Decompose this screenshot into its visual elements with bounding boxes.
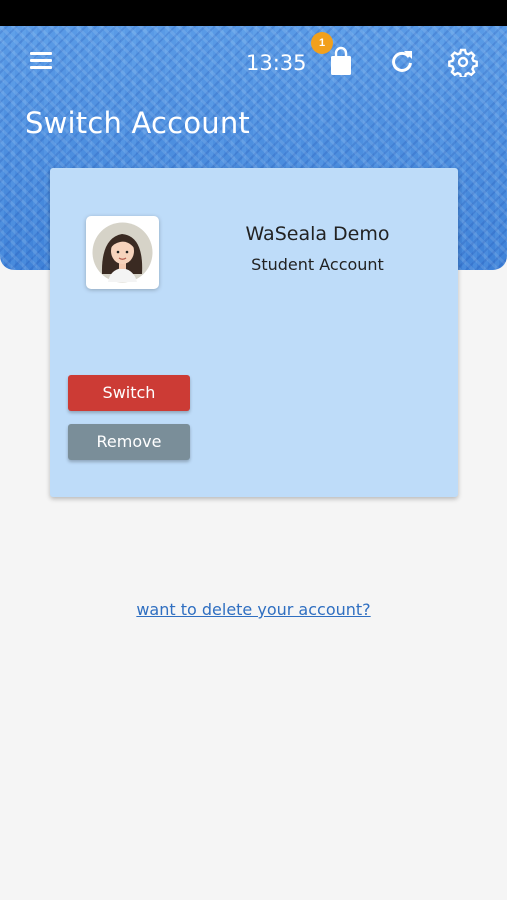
avatar-girl-icon xyxy=(86,216,159,289)
delete-account-link[interactable]: want to delete your account? xyxy=(0,600,507,619)
gear-icon[interactable] xyxy=(448,47,478,79)
cart-count-badge: 1 xyxy=(311,32,333,54)
page-title: Switch Account xyxy=(25,106,250,140)
remove-button[interactable]: Remove xyxy=(68,424,190,460)
refresh-icon[interactable] xyxy=(388,48,416,76)
account-name: WaSeala Demo xyxy=(245,223,390,245)
menu-icon[interactable] xyxy=(28,50,56,72)
account-type: Student Account xyxy=(251,255,384,274)
account-card: WaSeala Demo Student Account Switch Remo… xyxy=(50,168,458,497)
switch-button[interactable]: Switch xyxy=(68,375,190,411)
status-bar xyxy=(0,0,507,26)
shopping-bag-icon[interactable] xyxy=(327,46,355,78)
clock-time: 13:35 xyxy=(246,51,307,75)
